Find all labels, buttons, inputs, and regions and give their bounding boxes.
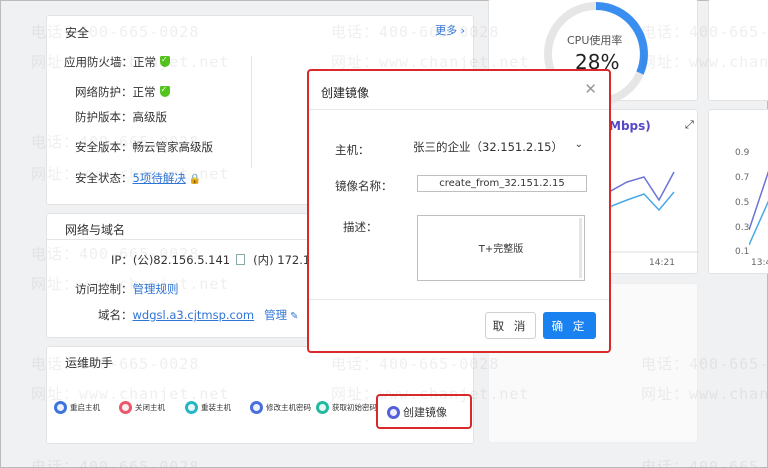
security-version-row: 安全版本：畅云管家高级版 <box>75 139 213 155</box>
restart-icon <box>54 401 67 414</box>
create-image-highlight <box>376 394 472 429</box>
scrollbar[interactable] <box>579 218 582 278</box>
ip-row: IP：(公)82.156.5.141 (内) 172.15.5 <box>111 252 328 268</box>
side-card-top <box>708 0 768 101</box>
reinstall-host-button[interactable]: 重装主机 <box>185 401 231 414</box>
shield-check-icon <box>159 85 170 97</box>
copy-icon[interactable] <box>236 254 246 265</box>
tool-label: 关闭主机 <box>135 403 165 412</box>
protect-version-label: 防护版本： <box>75 110 133 124</box>
divider <box>251 56 252 168</box>
tool-label: 获取初始密码 <box>332 403 377 412</box>
firewall-value: 正常 <box>133 55 156 69</box>
security-more-link[interactable]: 更多 › <box>435 22 465 38</box>
lock-icon <box>316 401 329 414</box>
network-protect-value: 正常 <box>132 85 156 99</box>
screen-frame: 安全 更多 › 应用防火墙：正常 网络防护：正常 防护版本：高级版 安全版本：畅… <box>0 0 768 468</box>
security-version-value: 畅云管家高级版 <box>132 140 214 154</box>
restart-host-button[interactable]: 重启主机 <box>54 401 100 414</box>
watermark: 电话：400-665-0028 <box>641 458 768 468</box>
host-select-value: 张三的企业（32.151.2.15） <box>413 140 563 154</box>
y-tick: 0.9 <box>735 148 750 158</box>
host-label: 主机： <box>335 143 370 157</box>
firewall-label: 应用防火墙： <box>64 55 133 69</box>
description-label: 描述： <box>343 220 378 234</box>
traffic-chart <box>609 171 699 253</box>
create-image-dialog: 创建镜像 ✕ 主机： 张三的企业（32.151.2.15） ⌄ 镜像名称： cr… <box>307 69 611 353</box>
tool-label: 重装主机 <box>201 403 231 412</box>
domain-label: 域名： <box>98 308 133 322</box>
tool-label: 重启主机 <box>70 403 100 412</box>
access-label: 访问控制： <box>75 282 133 296</box>
protect-version-value: 高级版 <box>132 110 168 124</box>
change-password-button[interactable]: 修改主机密码 <box>250 401 311 414</box>
traffic-series-a <box>609 171 675 202</box>
domain-row: 域名：wdgsl.a3.cjtmsp.com 管理 ✎ <box>98 307 299 323</box>
y-tick: 0.5 <box>735 198 750 208</box>
load-chart <box>749 170 768 246</box>
traffic-series-b <box>609 191 675 212</box>
network-protect-row: 网络防护：正常 <box>75 84 170 100</box>
dialog-footer-divider <box>309 299 609 300</box>
firewall-row: 应用防火墙：正常 <box>64 54 170 70</box>
load-time: 13:4 <box>751 258 768 268</box>
protect-version-row: 防护版本：高级版 <box>75 109 167 125</box>
y-tick: 0.1 <box>735 247 750 257</box>
confirm-button[interactable]: 确 定 <box>543 312 596 339</box>
security-version-label: 安全版本： <box>75 140 133 154</box>
expand-icon[interactable]: ⤢ <box>685 118 694 132</box>
y-tick: 0.7 <box>735 173 750 183</box>
shield-check-icon <box>160 55 170 67</box>
key-icon <box>250 401 263 414</box>
access-manage-link[interactable]: 管理规则 <box>133 282 179 296</box>
edit-icon[interactable]: ✎ <box>290 311 298 322</box>
traffic-time: 14:21 <box>649 258 675 268</box>
ip-label: IP： <box>111 253 133 267</box>
ip-public: (公)82.156.5.141 <box>132 253 231 267</box>
watermark: 电话：400-665-0028 <box>31 458 200 468</box>
chevron-down-icon: ⌄ <box>574 139 583 150</box>
access-row: 访问控制：管理规则 <box>75 281 179 297</box>
load-series-a <box>749 170 768 231</box>
load-card: 0.9 0.7 0.5 0.3 0.1 13:4 <box>708 109 768 274</box>
network-protect-label: 网络防护： <box>75 85 133 99</box>
security-status-row: 安全状态：5项待解决 🔒 <box>75 170 201 186</box>
security-status-label: 安全状态： <box>75 171 133 185</box>
power-icon <box>119 401 132 414</box>
ops-title: 运维助手 <box>65 356 114 370</box>
security-status-link[interactable]: 5项待解决 <box>133 171 186 185</box>
shutdown-host-button[interactable]: 关闭主机 <box>119 401 165 414</box>
description-textarea[interactable]: T+完整版 <box>417 215 585 281</box>
host-select[interactable]: 张三的企业（32.151.2.15） ⌄ <box>413 139 583 157</box>
y-tick: 0.3 <box>735 223 750 233</box>
security-title: 安全 <box>65 26 90 40</box>
dialog-header-divider <box>309 109 609 110</box>
tool-label: 修改主机密码 <box>266 403 311 412</box>
lock-warning-icon: 🔒 <box>188 174 202 185</box>
domain-link[interactable]: wdgsl.a3.cjtmsp.com <box>133 308 255 322</box>
image-name-label: 镜像名称： <box>335 179 393 193</box>
reinstall-icon <box>185 401 198 414</box>
more-label: 更多 <box>435 24 458 37</box>
dialog-title: 创建镜像 <box>321 86 370 100</box>
chevron-right-icon: › <box>460 24 465 37</box>
image-name-input[interactable]: create_from_32.151.2.15 <box>417 175 587 192</box>
cpu-label: CPU使用率 <box>567 34 623 47</box>
network-title: 网络与域名 <box>65 223 126 237</box>
cancel-button[interactable]: 取 消 <box>485 312 536 339</box>
close-icon[interactable]: ✕ <box>584 80 597 98</box>
get-init-password-button[interactable]: 获取初始密码 <box>316 401 377 414</box>
traffic-unit: Mbps) <box>609 119 651 133</box>
domain-manage-link[interactable]: 管理 <box>264 308 287 322</box>
description-value: T+完整版 <box>478 244 524 255</box>
